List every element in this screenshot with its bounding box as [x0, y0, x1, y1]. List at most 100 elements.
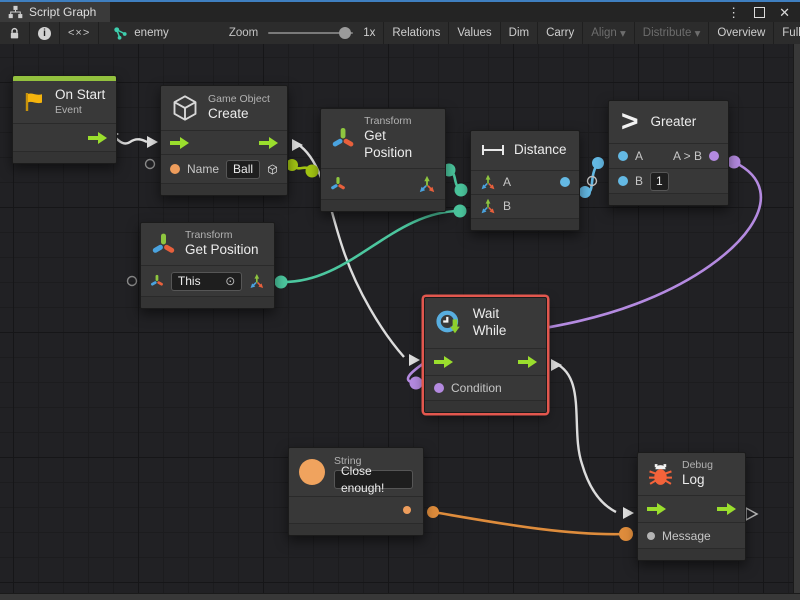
distribute-button[interactable]: Distribute ▾: [635, 22, 710, 44]
lock-button[interactable]: [0, 22, 30, 44]
node-wait-while[interactable]: Wait While Condition: [424, 297, 547, 413]
node-string[interactable]: String Close enough!: [288, 447, 424, 536]
target-field-value: This: [178, 273, 201, 290]
transform-input-port[interactable]: [330, 176, 346, 192]
wire-endpoint: [619, 527, 633, 541]
overview-button[interactable]: Overview: [709, 22, 774, 44]
chevron-down-icon: ▾: [695, 26, 701, 40]
position-output-port[interactable]: [418, 175, 436, 193]
distance-output-port[interactable]: [560, 177, 570, 187]
flow-arrowhead: [409, 354, 420, 366]
string-output-port[interactable]: [403, 506, 411, 514]
flow-output-port[interactable]: [518, 356, 537, 368]
node-title: Greater: [651, 114, 697, 131]
result-output-port[interactable]: [709, 151, 719, 161]
flow-output-port[interactable]: [259, 137, 278, 149]
node-footer: [289, 523, 423, 535]
node-category: Transform: [364, 115, 435, 128]
wire-endpoint: [592, 157, 604, 169]
wire-string-to-message[interactable]: [433, 512, 626, 534]
unconnected-port-ring: [128, 277, 137, 286]
zoom-slider[interactable]: [268, 32, 353, 34]
node-greater[interactable]: > Greater A A > B B 1: [608, 100, 729, 206]
window-controls: ⋮ ✕: [727, 6, 800, 19]
node-distance[interactable]: Distance A B: [470, 130, 580, 231]
vector-input-port-a[interactable]: [480, 174, 496, 190]
name-input-port[interactable]: [170, 164, 180, 174]
node-debug-log[interactable]: Debug Log Message: [637, 452, 746, 561]
b-value-field[interactable]: 1: [650, 172, 669, 191]
unconnected-port-ring: [146, 160, 155, 169]
button-label: Values: [457, 27, 491, 39]
graph-asset-icon: [113, 26, 128, 41]
fullscreen-button[interactable]: Full Screen: [774, 22, 800, 44]
wait-clock-icon: [435, 308, 464, 337]
node-footer: [425, 400, 546, 412]
title-bar: Script Graph ⋮ ✕: [0, 2, 800, 22]
node-get-position-top[interactable]: Transform Get Position: [320, 108, 446, 212]
node-title: On Start: [55, 87, 105, 104]
cube-icon: [171, 94, 199, 122]
flow-output-port[interactable]: [88, 132, 107, 144]
flow-input-port[interactable]: [434, 356, 453, 368]
carry-button[interactable]: Carry: [538, 22, 583, 44]
align-button[interactable]: Align ▾: [583, 22, 635, 44]
zoom-slider-handle[interactable]: [339, 27, 351, 39]
transform-icon: [151, 232, 176, 257]
lock-icon: [8, 27, 21, 40]
window-frame-bottom: [0, 593, 800, 600]
window-menu-icon[interactable]: ⋮: [727, 6, 740, 19]
button-label: Dim: [509, 27, 529, 39]
transform-icon: [331, 126, 355, 151]
string-value-field[interactable]: Close enough!: [334, 470, 413, 489]
wire-endpoint: [455, 184, 468, 197]
code-icon: <×>: [68, 27, 90, 39]
node-subtitle: Event: [55, 104, 105, 117]
port-label: Condition: [451, 381, 502, 395]
wire-getposition2-to-distance-b[interactable]: [281, 211, 460, 282]
dim-button[interactable]: Dim: [501, 22, 538, 44]
transform-input-port[interactable]: [150, 273, 164, 289]
condition-input-port[interactable]: [434, 383, 444, 393]
maximize-icon[interactable]: [754, 7, 765, 18]
flow-arrowhead: [551, 359, 562, 371]
node-create[interactable]: Game Object Create Name Ball: [160, 85, 288, 196]
distance-icon: [481, 144, 505, 156]
port-label: B: [503, 199, 511, 213]
values-button[interactable]: Values: [449, 22, 500, 44]
flow-input-port[interactable]: [647, 503, 666, 515]
node-on-start[interactable]: On Start Event: [12, 75, 117, 164]
gameobject-output-port[interactable]: [267, 161, 278, 178]
relations-button[interactable]: Relations: [384, 22, 449, 44]
flow-output-port[interactable]: [717, 503, 736, 515]
wire-endpoint: [275, 276, 288, 289]
wire-waitwhile-to-log[interactable]: [552, 362, 616, 512]
node-footer: [638, 548, 745, 560]
tab-script-graph[interactable]: Script Graph: [0, 2, 110, 22]
name-field[interactable]: Ball: [226, 160, 260, 179]
flow-input-port[interactable]: [170, 137, 189, 149]
node-title: Create: [208, 106, 270, 123]
message-input-port[interactable]: [647, 532, 655, 540]
close-icon[interactable]: ✕: [779, 6, 790, 19]
edit-script-button[interactable]: <×>: [60, 22, 99, 44]
chevron-down-icon: ▾: [620, 26, 626, 40]
input-port-a[interactable]: [618, 151, 628, 161]
wire-endpoint: [454, 205, 467, 218]
button-label: Distribute: [643, 27, 692, 39]
button-label: Align: [591, 27, 617, 39]
vector-input-port-b[interactable]: [480, 198, 496, 214]
object-picker-icon[interactable]: ⊙: [225, 273, 235, 290]
graph-canvas[interactable]: On Start Event Game Object Create Name: [0, 44, 794, 594]
wire-endpoint: [728, 156, 741, 169]
input-port-b[interactable]: [618, 176, 628, 186]
node-get-position-bottom[interactable]: Transform Get Position This ⊙: [140, 222, 275, 309]
node-category: Game Object: [208, 93, 270, 106]
bug-icon: [648, 462, 673, 487]
zoom-value: 1x: [363, 27, 375, 39]
target-field[interactable]: This ⊙: [171, 272, 242, 291]
flow-arrowhead: [147, 136, 158, 148]
node-footer: [141, 296, 274, 308]
position-output-port[interactable]: [249, 272, 265, 290]
inspect-button[interactable]: i: [30, 22, 60, 44]
